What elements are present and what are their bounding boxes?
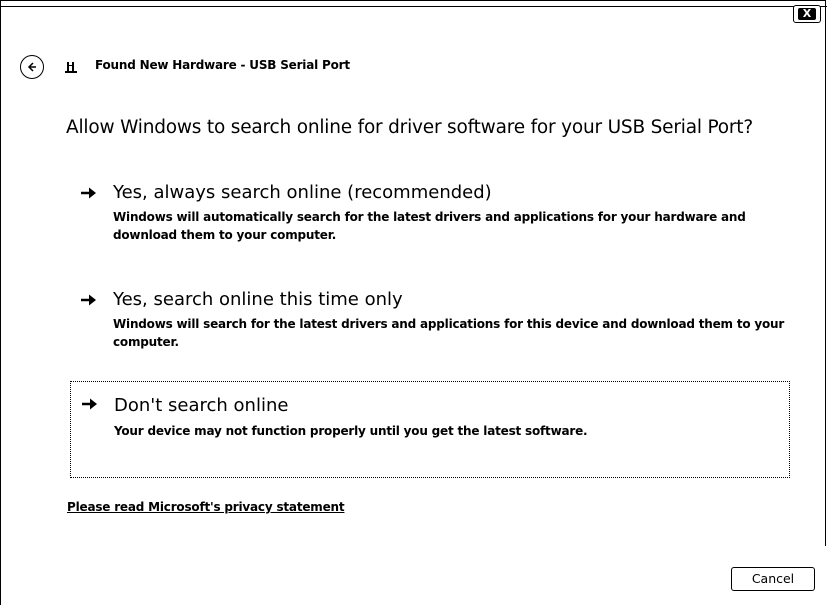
hardware-icon (65, 62, 77, 73)
found-new-hardware-dialog: X Found New Hardware - USB Serial Port A… (0, 0, 827, 606)
back-button[interactable] (20, 55, 44, 79)
right-arrow-icon (81, 187, 96, 199)
option-description: Your device may not function properly un… (114, 424, 588, 438)
privacy-statement-link[interactable]: Please read Microsoft's privacy statemen… (67, 500, 345, 514)
option-title: Yes, search online this time only (113, 289, 403, 310)
option-dont-search-online[interactable]: Don't search online Your device may not … (70, 381, 790, 478)
window-title: Found New Hardware - USB Serial Port (95, 58, 350, 72)
cancel-button[interactable]: Cancel (731, 567, 815, 591)
option-title: Don't search online (114, 395, 289, 416)
close-icon: X (798, 8, 816, 20)
close-button[interactable]: X (793, 5, 821, 23)
window-top-border (1, 1, 827, 7)
back-arrow-icon (27, 62, 36, 72)
option-always-search-online[interactable]: Yes, always search online (recommended) … (71, 182, 789, 257)
option-description: Windows will automatically search for th… (113, 210, 746, 242)
option-title: Yes, always search online (recommended) (113, 182, 492, 203)
dialog-footer (1, 546, 827, 606)
right-arrow-icon (82, 398, 97, 410)
option-description: Windows will search for the latest drive… (113, 317, 785, 349)
right-arrow-icon (81, 294, 96, 306)
option-search-online-this-time[interactable]: Yes, search online this time only Window… (71, 289, 789, 364)
page-heading: Allow Windows to search online for drive… (66, 117, 753, 138)
